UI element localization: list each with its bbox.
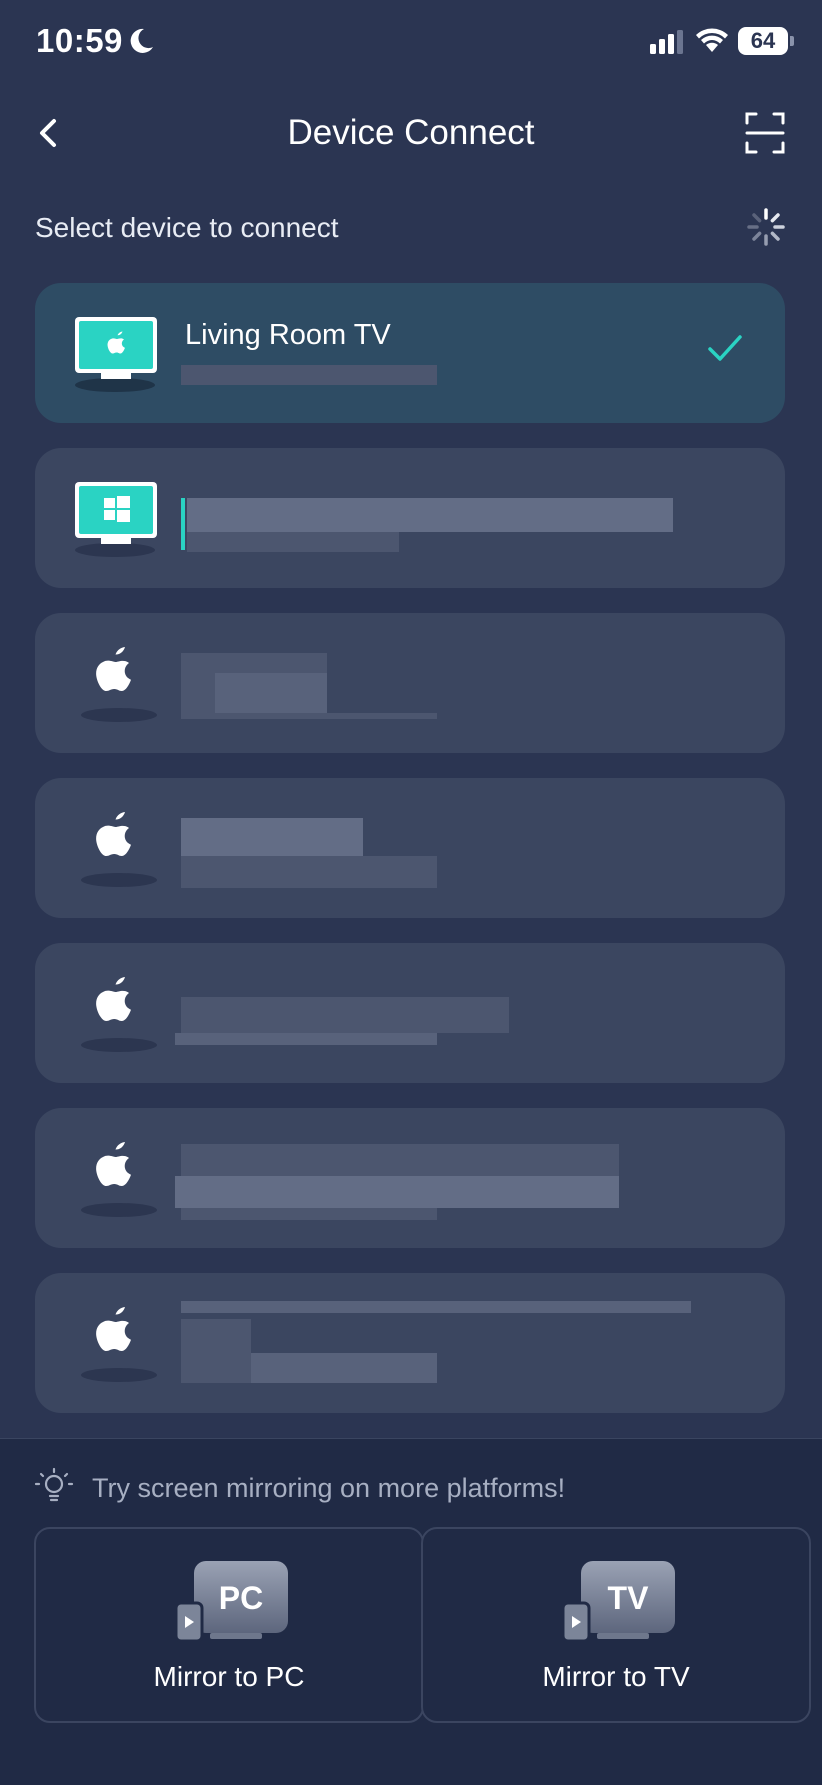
- redacted-device-name: [187, 498, 673, 532]
- checkmark-icon: [708, 335, 742, 361]
- redacted-device-name: [181, 818, 363, 856]
- redacted-device-detail: [181, 856, 437, 888]
- apple-logo-icon: [81, 647, 157, 722]
- redacted-device-detail: [175, 1033, 437, 1045]
- apple-logo-icon: [81, 812, 157, 887]
- loading-spinner-icon: [747, 208, 785, 246]
- select-device-label: Select device to connect: [35, 212, 339, 243]
- windows-pc-icon: [75, 482, 157, 557]
- redacted-device-name: [181, 1144, 619, 1176]
- nav-bar: Device Connect: [0, 95, 822, 175]
- redacted-device-detail: [175, 1176, 619, 1208]
- device-item-apple-4[interactable]: [35, 778, 785, 918]
- apple-tv-icon: [75, 317, 157, 392]
- tip-text: Try screen mirroring on more platforms!: [92, 1473, 566, 1503]
- svg-text:PC: PC: [219, 1580, 263, 1616]
- lightbulb-icon: [34, 1467, 74, 1502]
- battery-indicator: 64: [738, 27, 788, 55]
- device-item-living-room-tv[interactable]: Living Room TV: [35, 283, 785, 423]
- apple-logo-icon: [81, 1307, 157, 1382]
- mirror-to-pc-button[interactable]: PC Mirror to PC: [34, 1527, 424, 1723]
- device-item-windows-pc[interactable]: [35, 448, 785, 588]
- device-name: Living Room TV: [185, 319, 391, 351]
- device-item-apple-3[interactable]: [35, 613, 785, 753]
- scan-icon[interactable]: [745, 111, 785, 155]
- mirror-to-tv-label: Mirror to TV: [542, 1661, 690, 1692]
- battery-nub: [790, 36, 794, 46]
- wifi-icon: [696, 28, 728, 52]
- status-bar: 10:59 64: [0, 0, 822, 90]
- redacted-device-detail: [181, 365, 437, 385]
- device-item-apple-7[interactable]: [35, 1273, 785, 1413]
- redacted-device-detail: [215, 673, 327, 713]
- redacted-device-detail: [187, 532, 399, 552]
- cellular-signal-icon: [650, 30, 683, 54]
- svg-text:TV: TV: [608, 1580, 650, 1616]
- pc-monitor-icon: PC: [174, 1561, 288, 1643]
- page-title: Device Connect: [287, 113, 535, 152]
- status-time: 10:59: [36, 22, 123, 59]
- bottom-panel: Try screen mirroring on more platforms! …: [0, 1438, 822, 1785]
- mirror-to-pc-label: Mirror to PC: [153, 1661, 305, 1692]
- device-item-apple-6[interactable]: [35, 1108, 785, 1248]
- apple-logo-icon: [81, 977, 157, 1052]
- redacted-device-name: [181, 997, 509, 1033]
- redacted-device-detail-line: [181, 1208, 437, 1220]
- tv-monitor-icon: TV: [561, 1561, 675, 1643]
- redacted-device-detail: [181, 1319, 251, 1383]
- redacted-device-detail-line: [181, 713, 437, 719]
- apple-logo-icon: [81, 1142, 157, 1217]
- redacted-device-detail-line: [251, 1353, 437, 1383]
- redacted-device-name: [181, 1301, 691, 1313]
- moon-icon: [130, 28, 153, 53]
- text-cursor: [181, 498, 185, 550]
- device-item-apple-5[interactable]: [35, 943, 785, 1083]
- mirror-to-tv-button[interactable]: TV Mirror to TV: [421, 1527, 811, 1723]
